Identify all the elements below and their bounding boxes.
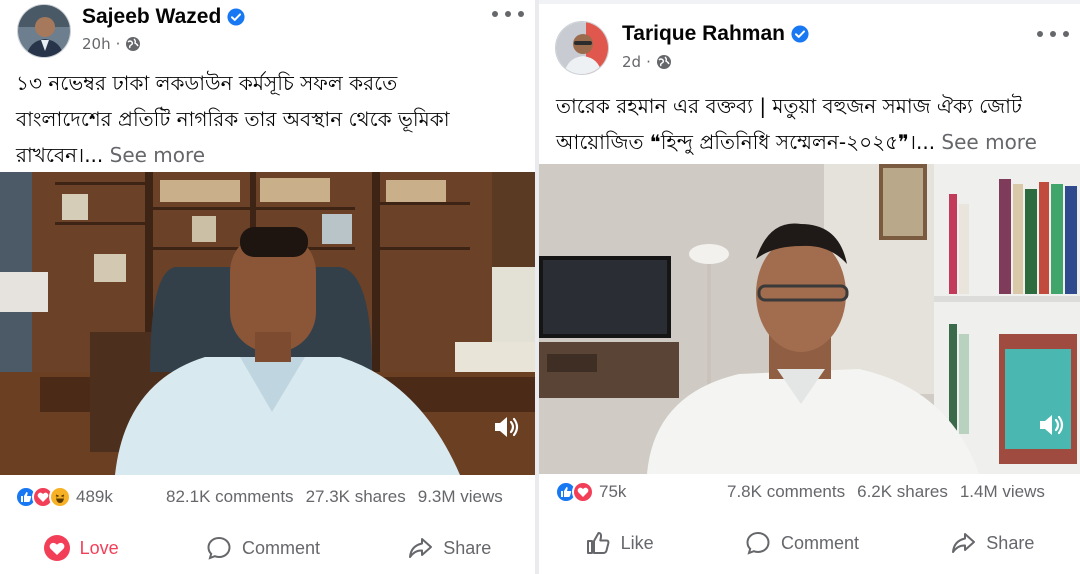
caption-line: আয়োজিত ❝হিন্দু প্রতিনিধি সম্মেলন-২০২৫❞।… xyxy=(556,124,1076,160)
post-caption: ১৩ নভেম্বর ঢাকা লকডাউন কর্মসূচি সফল করতে… xyxy=(16,65,526,173)
post-actions: Like Comment Share xyxy=(539,517,1080,569)
globe-icon xyxy=(126,37,141,51)
reaction-icons[interactable]: 489k xyxy=(15,486,113,508)
video-frame xyxy=(0,172,535,475)
video-frame xyxy=(539,164,1080,474)
views-count: 1.4M views xyxy=(959,482,1045,501)
post-stats: 75k 7.8K comments 6.2K shares 1.4M views xyxy=(539,472,1080,512)
post-video[interactable] xyxy=(0,172,535,475)
comment-icon xyxy=(207,536,231,560)
more-options-icon[interactable] xyxy=(492,8,524,20)
caption-line: বাংলাদেশের প্রতিটি নাগরিক তার অবস্থান থে… xyxy=(16,107,450,131)
post-header: Tarique Rahman 2d · xyxy=(539,4,1080,75)
see-more-link[interactable]: See more xyxy=(110,143,205,167)
like-icon xyxy=(586,532,610,554)
caption-text: রাখবেন।... xyxy=(16,143,104,167)
author-name[interactable]: Tarique Rahman xyxy=(622,22,785,46)
like-label: Like xyxy=(620,532,654,553)
comments-count[interactable]: 82.1K comments xyxy=(166,487,294,507)
post-caption: তারেক রহমান এর বক্তব্য | মতুয়া বহুজন সম… xyxy=(556,88,1076,160)
comment-label: Comment xyxy=(241,537,320,558)
post-video[interactable] xyxy=(539,164,1080,474)
post-time[interactable]: 2d xyxy=(622,53,641,71)
share-icon xyxy=(409,538,433,558)
reaction-icons[interactable]: 75k xyxy=(555,481,626,503)
comment-button[interactable]: Comment xyxy=(745,530,859,556)
sound-icon[interactable] xyxy=(1034,408,1068,442)
post-sajeeb-wazed: Sajeeb Wazed 20h · ১৩ নভেম্বর ঢাকা লকডাউ… xyxy=(0,0,535,574)
haha-reaction-icon xyxy=(49,486,71,508)
post-actions: Love Comment Share xyxy=(0,522,535,574)
reaction-count[interactable]: 489k xyxy=(76,487,113,507)
see-more-link[interactable]: See more xyxy=(941,130,1036,154)
post-time[interactable]: 20h xyxy=(82,35,111,53)
meta-separator: · xyxy=(646,53,651,71)
comment-icon xyxy=(746,531,770,555)
love-icon xyxy=(43,535,70,561)
meta-separator: · xyxy=(115,35,121,53)
post-stats: 489k 82.1K comments 27.3K shares 9.3M vi… xyxy=(0,477,535,517)
views-count: 9.3M views xyxy=(417,487,503,506)
comment-button[interactable]: Comment xyxy=(206,535,320,561)
love-reaction-icon xyxy=(572,481,594,503)
reaction-count[interactable]: 75k xyxy=(599,482,626,502)
share-button[interactable]: Share xyxy=(950,530,1034,556)
caption-line: ১৩ নভেম্বর ঢাকা লকডাউন কর্মসূচি সফল করতে xyxy=(16,71,398,95)
verified-badge-icon xyxy=(227,8,245,26)
shares-count[interactable]: 6.2K shares xyxy=(857,482,948,502)
share-label: Share xyxy=(443,537,492,558)
share-label: Share xyxy=(986,532,1035,553)
share-button[interactable]: Share xyxy=(407,535,491,561)
caption-text: আয়োজিত ❝হিন্দু প্রতিনিধি সম্মেলন-২০২৫❞।… xyxy=(556,130,936,154)
love-label: Love xyxy=(79,537,119,558)
shares-count[interactable]: 27.3K shares xyxy=(306,487,406,507)
post-header: Sajeeb Wazed 20h · xyxy=(0,0,535,64)
caption-line: তারেক রহমান এর বক্তব্য | মতুয়া বহুজন সম… xyxy=(556,94,1022,118)
sound-icon[interactable] xyxy=(489,410,523,444)
more-options-icon[interactable] xyxy=(1037,28,1069,40)
author-avatar[interactable] xyxy=(17,4,71,58)
post-tarique-rahman: Tarique Rahman 2d · তারেক রহমান এর বক্তব… xyxy=(539,0,1080,574)
love-button[interactable]: Love xyxy=(43,535,119,561)
comments-count[interactable]: 7.8K comments xyxy=(727,482,845,502)
globe-icon xyxy=(656,55,671,69)
comment-label: Comment xyxy=(780,532,859,553)
share-icon xyxy=(952,533,976,553)
caption-line: রাখবেন।... See more xyxy=(16,137,526,173)
verified-badge-icon xyxy=(791,25,809,43)
author-avatar[interactable] xyxy=(555,21,609,75)
like-button[interactable]: Like xyxy=(585,530,654,556)
author-name[interactable]: Sajeeb Wazed xyxy=(82,5,221,29)
